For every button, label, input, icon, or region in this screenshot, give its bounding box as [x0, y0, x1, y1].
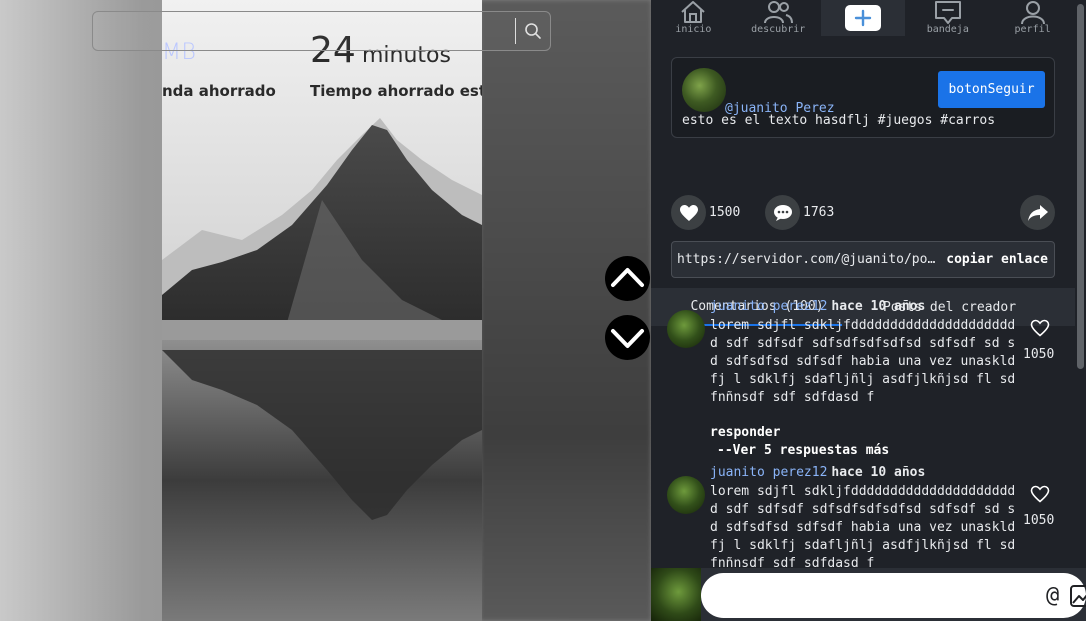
- mention-button[interactable]: @: [1046, 583, 1059, 608]
- heart-outline-icon: [1030, 319, 1050, 337]
- comment-username[interactable]: juanito perez12: [710, 299, 827, 314]
- nav-perfil-label: perfil: [1014, 24, 1051, 35]
- comment-like-count: 1050: [1023, 513, 1055, 528]
- next-video-button[interactable]: [605, 315, 650, 360]
- search-input[interactable]: [93, 12, 515, 50]
- heart-outline-icon: [1030, 485, 1050, 503]
- comment-text: lorem sdjfl sdkljfdddddddddddddddddddddd…: [710, 484, 1016, 568]
- saved-data-caption: nda ahorrado: [162, 82, 276, 100]
- nav-bandeja[interactable]: bandeja: [905, 0, 990, 36]
- user-icon: [1020, 1, 1045, 24]
- view-replies-button[interactable]: --Ver 5 respuestas más: [717, 443, 889, 458]
- side-panel: inicio descubrir bandeja perfil @juanito…: [651, 0, 1086, 621]
- video-area: MB nda ahorrado 24 minutos Tiempo ahorra…: [0, 0, 651, 621]
- follow-button[interactable]: botonSeguir: [938, 71, 1045, 108]
- comment-text: lorem sdjfl sdkljfdddddddddddddddddddddd…: [710, 318, 1016, 405]
- chevron-up-icon: [611, 268, 644, 287]
- nav-inicio[interactable]: inicio: [651, 0, 736, 36]
- search-button[interactable]: [516, 12, 550, 50]
- nav-descubrir[interactable]: descubrir: [736, 0, 821, 36]
- comment-time: hace 10 años: [831, 465, 926, 480]
- avatar[interactable]: [667, 476, 705, 514]
- share-button[interactable]: [1020, 195, 1055, 230]
- comment-like-button[interactable]: [1027, 483, 1053, 505]
- post-link-url[interactable]: https://servidor.com/@juanito/posts/1: [672, 252, 942, 267]
- avatar[interactable]: [682, 68, 726, 112]
- comment-composer: @: [651, 568, 1086, 621]
- post-card: @juanito Perez botonSeguir esto es el te…: [671, 57, 1055, 138]
- home-icon: [681, 1, 706, 23]
- nav-inicio-label: inicio: [675, 24, 712, 35]
- copy-link-button[interactable]: copiar enlace: [942, 252, 1054, 267]
- search-bar: [92, 11, 551, 51]
- saved-time-caption: Tiempo ahorrado est: [310, 82, 482, 100]
- comment-like-button[interactable]: [1027, 317, 1053, 339]
- scrollbar-thumb[interactable]: [1077, 4, 1084, 369]
- previous-video-button[interactable]: [605, 256, 650, 301]
- people-icon: [764, 1, 794, 24]
- nav-bandeja-label: bandeja: [926, 24, 969, 35]
- image-icon[interactable]: [1069, 583, 1086, 609]
- plus-icon: [854, 9, 872, 26]
- post-link-box: https://servidor.com/@juanito/posts/1 co…: [671, 241, 1055, 278]
- comment-action[interactable]: 1763: [765, 195, 834, 230]
- heart-icon: [679, 204, 698, 221]
- search-icon: [525, 23, 541, 39]
- reply-button[interactable]: responder: [710, 425, 780, 440]
- comment-author[interactable]: juanito perez12 hace 10 años: [710, 299, 925, 314]
- comment-time: hace 10 años: [831, 299, 926, 314]
- inbox-icon: [934, 1, 961, 24]
- comment-bubble-icon: [773, 204, 792, 221]
- video-blur-background: [480, 0, 651, 621]
- comment-like-count: 1050: [1023, 347, 1055, 362]
- comment-button[interactable]: [765, 195, 800, 230]
- comment-item: juanito perez12 hace 10 años lorem sdjfl …: [667, 299, 1067, 459]
- like-count: 1500: [709, 205, 741, 220]
- post-text: esto es el texto hasdflj #juegos #carros: [682, 113, 996, 128]
- comment-item: juanito perez12 hace 10 años lorem sdjfl …: [667, 465, 1067, 568]
- comment-author[interactable]: juanito perez12 hace 10 años: [710, 465, 925, 480]
- chevron-down-icon: [611, 329, 644, 348]
- share-arrow-icon: [1027, 204, 1048, 221]
- comment-username[interactable]: juanito perez12: [710, 465, 827, 480]
- comment-input-field: @: [701, 573, 1086, 618]
- like-action[interactable]: 1500: [671, 195, 740, 230]
- nav-perfil[interactable]: perfil: [990, 0, 1075, 36]
- create-post-button[interactable]: [844, 5, 881, 31]
- avatar: [651, 568, 701, 621]
- top-nav: inicio descubrir bandeja perfil: [651, 0, 1075, 36]
- comment-count: 1763: [803, 205, 835, 220]
- nav-descubrir-label: descubrir: [751, 24, 806, 35]
- like-button[interactable]: [671, 195, 706, 230]
- comment-input[interactable]: [763, 588, 1033, 612]
- post-details: @juanito Perez botonSeguir esto es el te…: [651, 36, 1075, 568]
- nav-create-post[interactable]: [820, 0, 906, 36]
- avatar[interactable]: [667, 310, 705, 348]
